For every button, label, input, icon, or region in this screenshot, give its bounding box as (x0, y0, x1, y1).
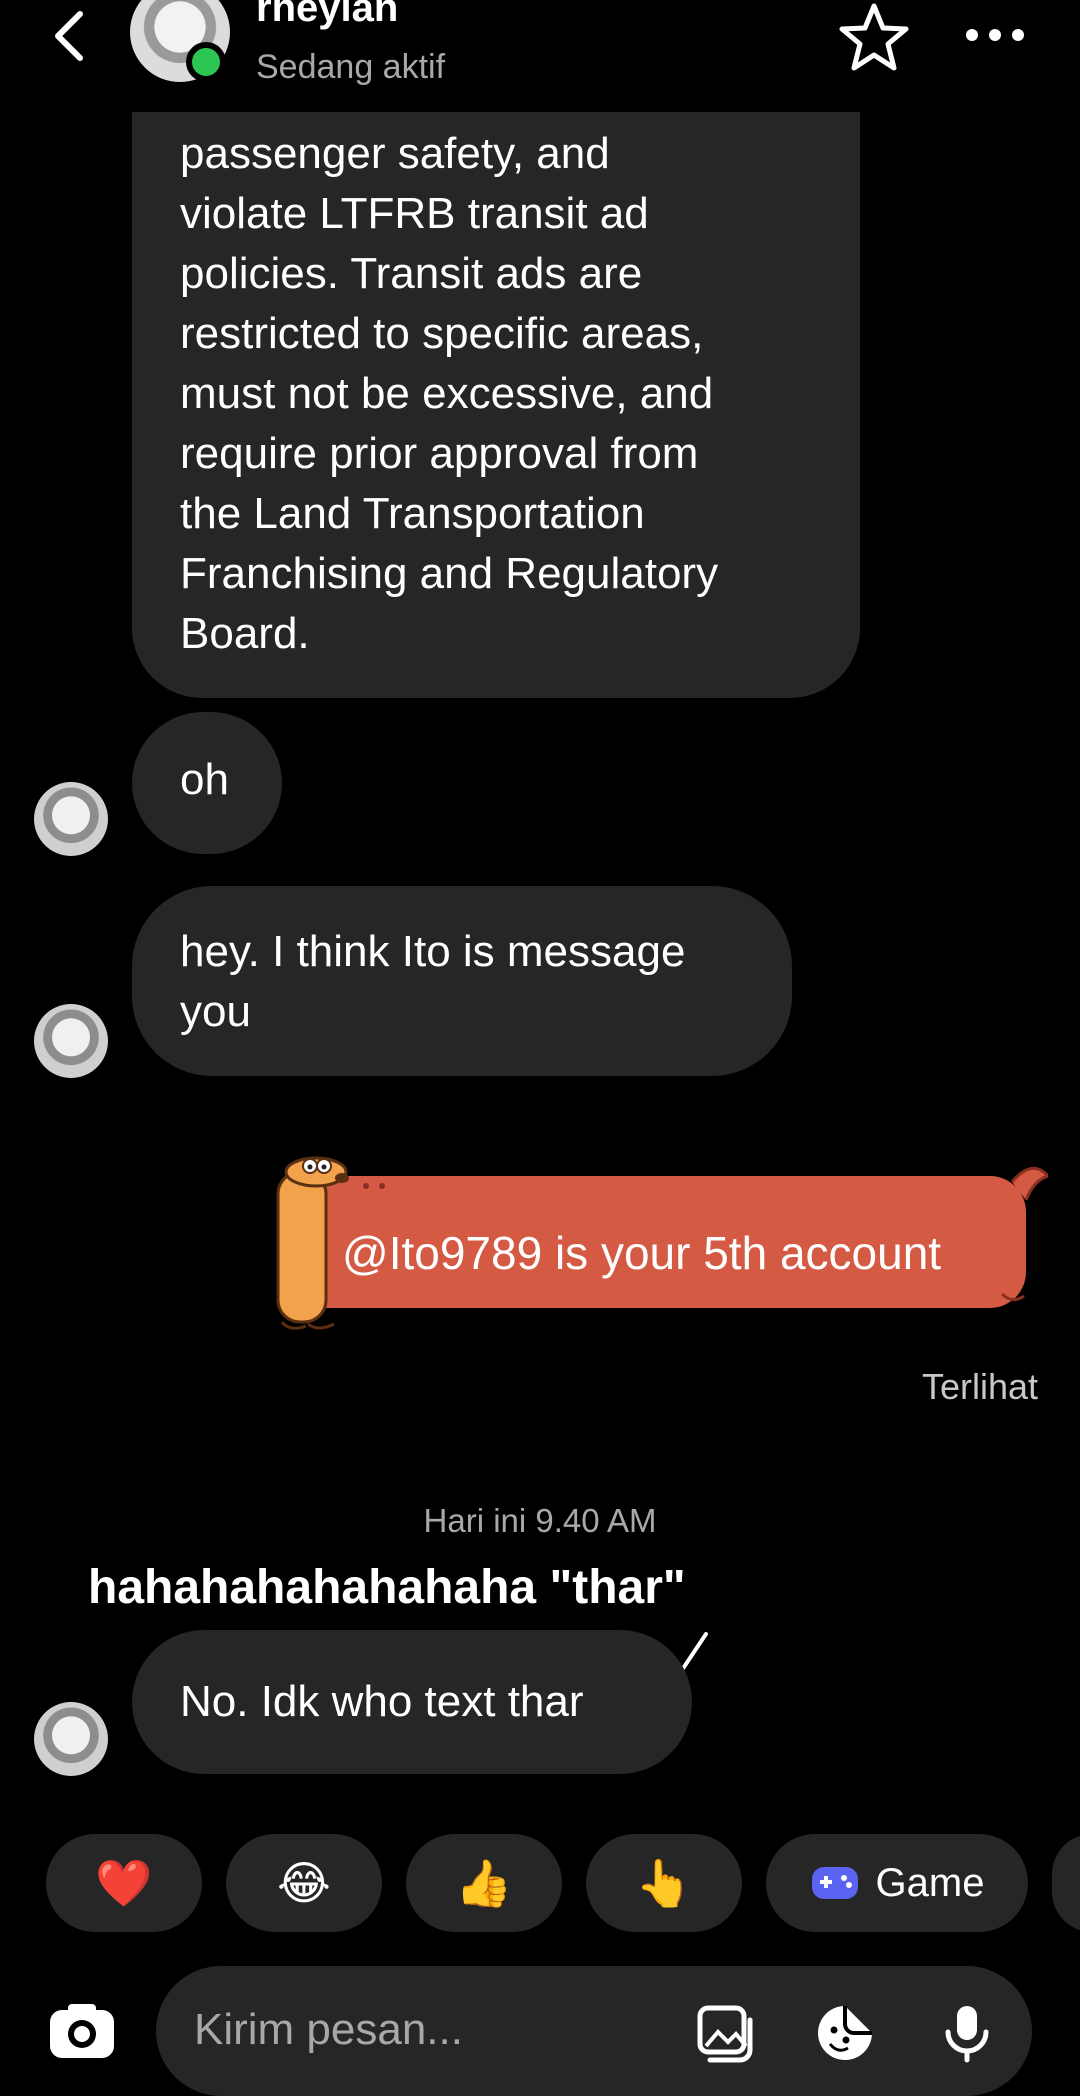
quick-reply-pointing-up[interactable]: 👆 (586, 1834, 742, 1932)
seen-indicator: Terlihat (921, 1366, 1038, 1407)
quick-reply-more[interactable] (1052, 1834, 1080, 1932)
message-input[interactable] (194, 2000, 694, 2060)
pointing-up-icon: 👆 (635, 1856, 693, 1909)
quick-reply-heart[interactable]: ❤️ (46, 1834, 202, 1932)
quick-reply-thumbs-up[interactable]: 👍 (406, 1834, 562, 1932)
star-icon[interactable] (836, 0, 912, 76)
game-controller-icon (811, 1867, 858, 1899)
message-text: @Ito9789 is your 5th account (342, 1227, 942, 1279)
contact-name[interactable]: rheylan (256, 0, 398, 31)
sender-avatar[interactable] (34, 1004, 108, 1078)
contact-status: Sedang aktif (256, 48, 446, 86)
quick-reply-row: ❤️ 😂 👍 👆 Game (0, 1834, 1080, 1934)
message-composer (156, 1966, 1032, 2096)
message-text: passenger safety, and violate LTFRB tran… (180, 129, 719, 658)
message-bubble-received[interactable]: hey. I think Ito is message you (132, 886, 792, 1076)
sender-avatar[interactable] (34, 782, 108, 856)
message-text: oh (180, 755, 229, 804)
quick-reply-game[interactable]: Game (766, 1834, 1028, 1932)
message-timestamp: Hari ini 9.40 AM (423, 1502, 657, 1539)
sticker-icon[interactable] (812, 2000, 878, 2066)
heart-icon: ❤️ (95, 1856, 153, 1909)
thumbs-up-icon: 👍 (455, 1856, 513, 1909)
online-status-dot (186, 42, 226, 82)
camera-icon[interactable] (46, 1996, 118, 2068)
message-bubble-received[interactable]: oh (132, 712, 282, 854)
sender-avatar[interactable] (34, 1702, 108, 1776)
more-options-icon[interactable] (960, 10, 1030, 60)
chat-header: rheylan Sedang aktif (0, 0, 1080, 112)
message-text: hey. I think Ito is message you (180, 927, 686, 1036)
message-bubble-received[interactable]: No. Idk who text thar (132, 1630, 692, 1774)
laughing-face-icon: 😂 (277, 1857, 331, 1909)
message-bubble-received[interactable]: passenger safety, and violate LTFRB tran… (132, 60, 860, 698)
gallery-icon[interactable] (692, 2000, 758, 2066)
back-arrow-icon[interactable] (44, 6, 104, 66)
quick-reply-laugh[interactable]: 😂 (226, 1834, 382, 1932)
game-label: Game (875, 1860, 985, 1905)
message-bubble-sent[interactable]: @Ito9789 is your 5th account (272, 1156, 1048, 1336)
microphone-icon[interactable] (934, 2000, 1000, 2066)
message-text: No. Idk who text thar (180, 1677, 584, 1726)
overlay-caption: hahahahahahahaha "thar" (88, 1561, 686, 1614)
